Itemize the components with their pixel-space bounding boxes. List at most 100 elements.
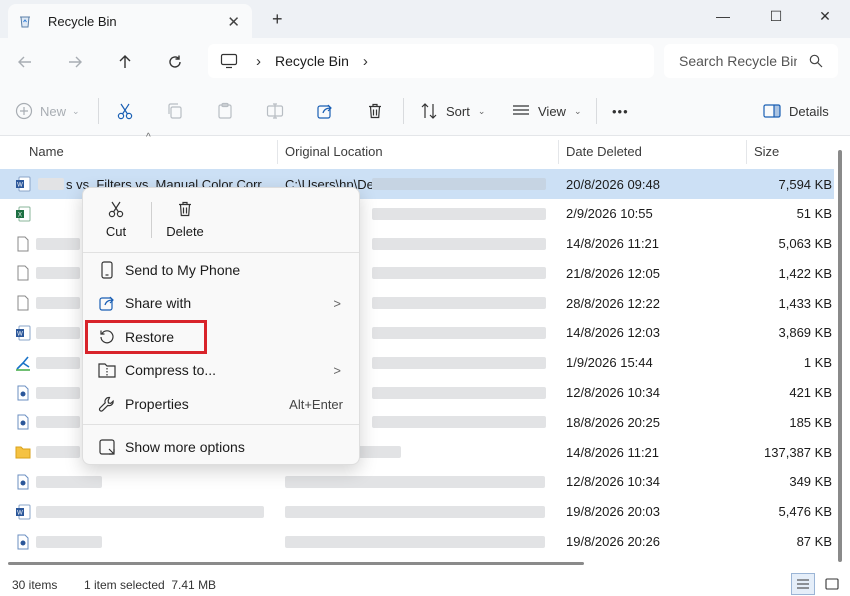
table-row[interactable]: 19/8/2026 20:26 87 KB bbox=[0, 527, 834, 557]
breadcrumb-chevron-icon[interactable]: › bbox=[256, 53, 261, 70]
chevron-down-icon: ⌄ bbox=[72, 105, 80, 116]
column-name[interactable]: Name bbox=[29, 136, 64, 166]
context-delete-label: Delete bbox=[166, 224, 204, 239]
redacted-text bbox=[36, 297, 80, 310]
context-show-more-options[interactable]: Show more options bbox=[87, 432, 357, 462]
redacted-text bbox=[36, 267, 80, 280]
column-original-location[interactable]: Original Location bbox=[285, 136, 383, 166]
row-size: 421 KB bbox=[789, 385, 832, 401]
row-size: 137,387 KB bbox=[764, 444, 832, 460]
row-size: 5,476 KB bbox=[778, 504, 833, 520]
item-count: 30 items bbox=[12, 578, 58, 592]
tab-close-button[interactable]: ✕ bbox=[227, 13, 240, 31]
computer-icon bbox=[220, 53, 238, 69]
share-button[interactable] bbox=[316, 99, 334, 123]
more-options-button[interactable]: ••• bbox=[612, 99, 629, 123]
row-date: 28/8/2026 12:22 bbox=[566, 295, 660, 311]
svg-text:W: W bbox=[17, 183, 23, 189]
svg-text:W: W bbox=[17, 510, 23, 516]
row-date: 14/8/2026 12:03 bbox=[566, 325, 660, 341]
new-button[interactable]: New ⌄ bbox=[15, 99, 80, 123]
tiles-view-button[interactable] bbox=[822, 574, 842, 594]
details-pane-button[interactable]: Details bbox=[763, 99, 829, 123]
view-label: View bbox=[538, 103, 566, 119]
refresh-button[interactable] bbox=[162, 50, 188, 74]
file-icon bbox=[17, 236, 29, 252]
redacted-text bbox=[36, 475, 102, 488]
column-divider[interactable] bbox=[558, 140, 559, 164]
search-input[interactable]: Search Recycle Bin bbox=[664, 44, 838, 78]
maximize-button[interactable]: ☐ bbox=[753, 2, 799, 30]
cut-button[interactable] bbox=[116, 99, 134, 123]
context-cut-button[interactable]: Cut bbox=[86, 200, 146, 239]
rename-icon bbox=[266, 103, 284, 119]
vertical-scrollbar[interactable] bbox=[838, 150, 842, 562]
paste-button[interactable] bbox=[216, 99, 234, 123]
column-size[interactable]: Size bbox=[754, 136, 779, 166]
row-size: 1 KB bbox=[803, 355, 832, 371]
context-divider bbox=[83, 252, 359, 253]
horizontal-scrollbar[interactable] bbox=[8, 562, 584, 565]
clipboard-icon bbox=[218, 102, 232, 119]
doc-icon bbox=[17, 414, 29, 430]
back-button[interactable] bbox=[12, 50, 38, 74]
phone-icon bbox=[97, 260, 117, 280]
context-compress-to[interactable]: Compress to... > bbox=[87, 355, 357, 385]
table-row[interactable]: 12/8/2026 10:34 349 KB bbox=[0, 467, 834, 497]
sort-button[interactable]: Sort ⌄ bbox=[420, 99, 485, 123]
context-delete-button[interactable]: Delete bbox=[155, 200, 215, 239]
svg-text:X: X bbox=[18, 212, 22, 218]
details-view-icon bbox=[797, 579, 809, 589]
row-size: 3,869 KB bbox=[778, 325, 833, 341]
row-date: 1/9/2026 15:44 bbox=[566, 355, 653, 371]
redacted-text bbox=[285, 475, 545, 488]
close-window-button[interactable]: ✕ bbox=[802, 2, 848, 30]
breadcrumb-recycle-bin[interactable]: Recycle Bin bbox=[275, 53, 349, 69]
row-date: 19/8/2026 20:26 bbox=[566, 534, 660, 550]
column-date-deleted[interactable]: Date Deleted bbox=[566, 136, 642, 166]
new-tab-button[interactable]: + bbox=[272, 9, 283, 30]
column-header: ^ Name Original Location Date Deleted Si… bbox=[0, 132, 834, 166]
title-bar: Recycle Bin ✕ + — ☐ ✕ bbox=[0, 0, 850, 38]
context-properties[interactable]: Properties Alt+Enter bbox=[87, 389, 357, 419]
details-view-button[interactable] bbox=[791, 573, 815, 595]
arrow-right-icon bbox=[69, 56, 82, 68]
status-bar: 30 items 1 item selected 7.41 MB bbox=[0, 572, 850, 596]
redacted-text bbox=[36, 535, 102, 548]
chevron-down-icon: ⌄ bbox=[573, 105, 582, 116]
column-divider[interactable] bbox=[277, 140, 278, 164]
scissors-icon bbox=[108, 201, 124, 218]
row-date: 12/8/2026 10:34 bbox=[566, 385, 660, 401]
redacted-text bbox=[285, 535, 545, 548]
breadcrumb-chevron-icon[interactable]: › bbox=[363, 53, 368, 70]
word-icon: W bbox=[16, 325, 31, 341]
file-icon bbox=[17, 295, 29, 311]
redacted-text bbox=[372, 207, 546, 220]
view-button[interactable]: View ⌄ bbox=[512, 99, 582, 123]
redacted-text bbox=[36, 416, 80, 429]
context-send-to-phone[interactable]: Send to My Phone bbox=[87, 255, 357, 285]
row-date: 12/8/2026 10:34 bbox=[566, 474, 660, 490]
redacted-text bbox=[36, 326, 80, 339]
row-size: 1,422 KB bbox=[778, 265, 833, 281]
folder-icon bbox=[15, 446, 31, 459]
minimize-button[interactable]: — bbox=[700, 2, 746, 30]
row-size: 185 KB bbox=[789, 414, 832, 430]
forward-button[interactable] bbox=[62, 50, 88, 74]
row-size: 349 KB bbox=[789, 474, 832, 490]
up-button[interactable] bbox=[112, 50, 138, 74]
context-compress-to-label: Compress to... bbox=[125, 362, 217, 378]
context-divider bbox=[83, 424, 359, 425]
address-bar[interactable]: › Recycle Bin › bbox=[208, 44, 654, 78]
rename-button[interactable] bbox=[266, 99, 284, 123]
zip-folder-icon bbox=[97, 360, 117, 380]
column-divider[interactable] bbox=[746, 140, 747, 164]
redacted-text bbox=[36, 237, 80, 250]
tab-recycle-bin[interactable]: Recycle Bin ✕ bbox=[8, 4, 252, 38]
table-row[interactable]: W 19/8/2026 20:03 5,476 KB bbox=[0, 497, 834, 527]
context-share-with[interactable]: Share with > bbox=[87, 288, 357, 318]
row-date: 14/8/2026 11:21 bbox=[566, 236, 660, 252]
delete-button[interactable] bbox=[366, 99, 384, 123]
share-icon bbox=[317, 104, 332, 119]
copy-button[interactable] bbox=[166, 99, 184, 123]
